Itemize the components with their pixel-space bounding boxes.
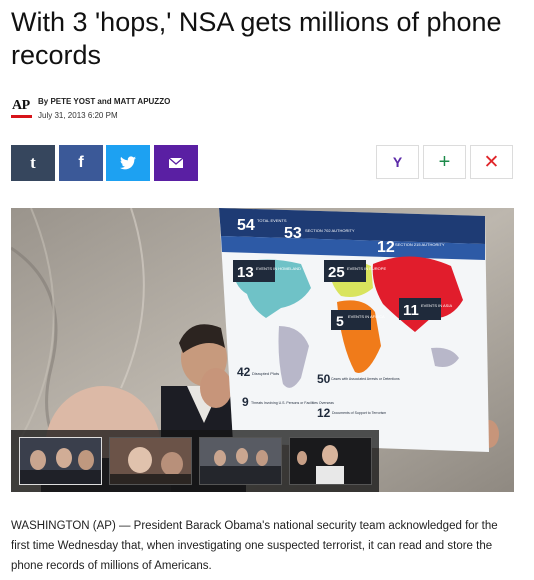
svg-text:12: 12 (317, 406, 331, 420)
byline-authors: By PETE YOST and MATT APUZZO (38, 97, 171, 106)
svg-text:Cases with Associated Arrests: Cases with Associated Arrests or Detenti… (331, 377, 400, 381)
svg-text:EVENTS IN EUROPE: EVENTS IN EUROPE (347, 266, 386, 271)
poster-section-215: 12 (377, 239, 395, 256)
poster-section-702: 53 (284, 225, 302, 242)
thumbnail-1[interactable] (19, 437, 102, 485)
ap-logo-text: AP (12, 98, 30, 113)
thumbnail-4-image (290, 438, 371, 484)
svg-text:9: 9 (242, 395, 249, 409)
close-icon: ✕ (483, 151, 500, 173)
tumblr-icon: t (30, 153, 36, 172)
thumbnail-3-image (200, 438, 281, 484)
svg-text:EVENTS IN AFRICA: EVENTS IN AFRICA (348, 314, 385, 319)
yahoo-button[interactable]: Y (376, 145, 419, 179)
article-headline: With 3 'hops,' NSA gets millions of phon… (11, 7, 502, 70)
share-email-button[interactable] (154, 145, 198, 181)
twitter-bird-icon (120, 156, 136, 170)
svg-text:SECTION 215 AUTHORITY: SECTION 215 AUTHORITY (395, 242, 445, 247)
thumbnail-3[interactable] (199, 437, 282, 485)
svg-text:Threats Involving U.S. Persons: Threats Involving U.S. Persons or Facili… (251, 401, 334, 405)
thumbnail-4[interactable] (289, 437, 372, 485)
share-tumblr-button[interactable]: t (11, 145, 55, 181)
thumbnail-2-image (110, 438, 191, 484)
svg-text:Disrupted Plots: Disrupted Plots (252, 371, 279, 376)
add-button[interactable]: + (423, 145, 466, 179)
thumbnail-2[interactable] (109, 437, 192, 485)
ap-logo[interactable]: AP (11, 98, 33, 120)
share-twitter-button[interactable] (106, 145, 150, 181)
envelope-icon (169, 158, 183, 168)
svg-text:5: 5 (336, 313, 344, 329)
close-button[interactable]: ✕ (470, 145, 513, 179)
svg-text:EVENTS IN ASIA: EVENTS IN ASIA (421, 303, 452, 308)
share-facebook-button[interactable]: f (59, 145, 103, 181)
poster-total-events: 54 (237, 217, 255, 234)
facebook-icon: f (78, 154, 84, 171)
article-photo[interactable]: 13 EVENTS IN HOMELAND 25 EVENTS IN EUROP… (11, 208, 514, 492)
svg-text:EVENTS IN HOMELAND: EVENTS IN HOMELAND (256, 266, 301, 271)
svg-text:SECTION 702 AUTHORITY: SECTION 702 AUTHORITY (305, 228, 355, 233)
article-lead-paragraph: WASHINGTON (AP) — President Barack Obama… (11, 520, 498, 572)
svg-text:11: 11 (403, 302, 419, 319)
yahoo-icon: Y (392, 154, 403, 170)
thumbnail-1-image (20, 438, 101, 484)
svg-text:25: 25 (328, 264, 345, 281)
svg-text:42: 42 (237, 365, 251, 379)
plus-icon: + (438, 150, 451, 173)
ap-logo-bar (11, 115, 32, 118)
byline-date: July 31, 2013 6:20 PM (38, 111, 118, 120)
svg-text:50: 50 (317, 372, 331, 386)
svg-text:TOTAL EVENTS: TOTAL EVENTS (257, 218, 287, 223)
svg-text:13: 13 (237, 264, 254, 281)
photo-thumbnail-strip (11, 430, 379, 492)
svg-text:Documents of Support to Terror: Documents of Support to Terrorism (332, 411, 386, 415)
